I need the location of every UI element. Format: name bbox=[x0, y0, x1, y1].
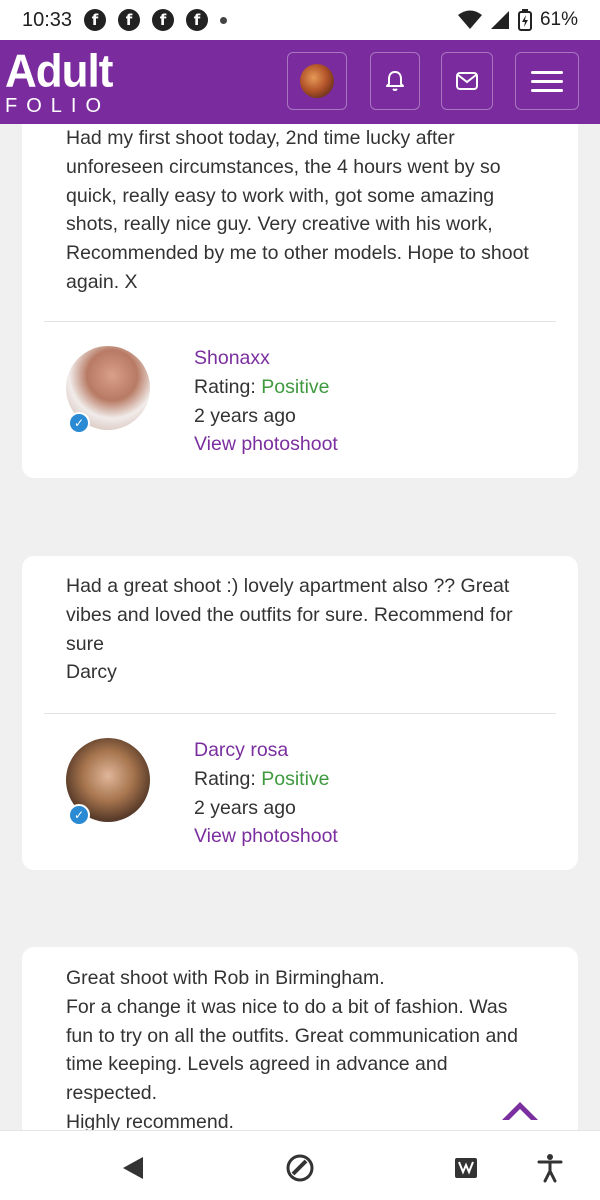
signal-icon bbox=[490, 11, 509, 29]
back-icon bbox=[123, 1157, 143, 1179]
accessibility-button[interactable] bbox=[533, 1151, 567, 1185]
messages-button[interactable] bbox=[441, 52, 493, 110]
hamburger-icon bbox=[531, 65, 563, 98]
notifications-button[interactable] bbox=[370, 52, 420, 110]
view-photoshoot-link[interactable]: View photoshoot bbox=[194, 430, 338, 459]
facebook-notification-icon: f bbox=[118, 9, 141, 31]
divider bbox=[44, 321, 556, 322]
rating-value: Positive bbox=[261, 767, 330, 790]
home-button[interactable] bbox=[283, 1151, 317, 1185]
review-time: 2 years ago bbox=[194, 796, 296, 819]
mail-icon bbox=[456, 72, 478, 90]
review-text: Great shoot with Rob in Birmingham. For … bbox=[66, 967, 518, 1130]
more-notifications-icon bbox=[220, 16, 228, 24]
review-card: Great shoot with Rob in Birmingham. For … bbox=[22, 947, 578, 1130]
review-text: Had my first shoot today, 2nd time lucky… bbox=[66, 127, 529, 293]
avatar bbox=[300, 64, 334, 98]
review-time: 2 years ago bbox=[194, 404, 296, 427]
profile-avatar-button[interactable] bbox=[287, 52, 347, 110]
logo-main-text: Adult bbox=[5, 45, 113, 98]
bell-icon bbox=[386, 71, 404, 91]
battery-percent: 61% bbox=[539, 9, 578, 30]
rating-label: Rating: bbox=[194, 767, 256, 790]
system-nav-bar bbox=[0, 1130, 600, 1200]
facebook-notification-icon: f bbox=[186, 9, 209, 31]
review-text: Had a great shoot :) lovely apartment al… bbox=[66, 575, 513, 684]
review-author-info: Shonaxx Rating: Positive 2 years ago Vie… bbox=[194, 344, 338, 459]
menu-button[interactable] bbox=[515, 52, 579, 110]
accessibility-icon bbox=[537, 1154, 563, 1183]
scroll-to-top-button[interactable] bbox=[500, 1096, 540, 1126]
facebook-notification-icon: f bbox=[152, 9, 175, 31]
author-name-link[interactable]: Darcy rosa bbox=[194, 736, 338, 765]
battery-icon bbox=[517, 9, 532, 31]
rating-line: Rating: Positive bbox=[194, 373, 338, 402]
wifi-icon bbox=[457, 10, 482, 29]
author-name-link[interactable]: Shonaxx bbox=[194, 344, 338, 373]
status-time: 10:33 bbox=[22, 8, 73, 31]
home-icon bbox=[286, 1154, 314, 1182]
review-card: Had a great shoot :) lovely apartment al… bbox=[22, 556, 578, 870]
adultfolio-logo[interactable]: Adult FOLIO bbox=[5, 45, 113, 117]
review-author-info: Darcy rosa Rating: Positive 2 years ago … bbox=[194, 736, 338, 851]
facebook-notification-icon: f bbox=[84, 9, 107, 31]
verified-check-icon: ✓ bbox=[68, 412, 90, 434]
app-header: Adult FOLIO bbox=[0, 40, 600, 124]
review-card: Had my first shoot today, 2nd time lucky… bbox=[22, 124, 578, 478]
view-photoshoot-link[interactable]: View photoshoot bbox=[194, 822, 338, 851]
verified-check-icon: ✓ bbox=[68, 804, 90, 826]
rating-label: Rating: bbox=[194, 375, 256, 398]
reviews-list: Had my first shoot today, 2nd time lucky… bbox=[0, 124, 600, 1130]
divider bbox=[44, 713, 556, 714]
rating-value: Positive bbox=[261, 375, 330, 398]
logo-sub-text: FOLIO bbox=[5, 95, 111, 117]
recent-apps-button[interactable] bbox=[449, 1151, 483, 1185]
recent-apps-icon bbox=[455, 1158, 477, 1178]
back-button[interactable] bbox=[116, 1151, 150, 1185]
rating-line: Rating: Positive bbox=[194, 765, 338, 794]
status-bar: 10:33 f f f f 61% bbox=[0, 0, 600, 40]
